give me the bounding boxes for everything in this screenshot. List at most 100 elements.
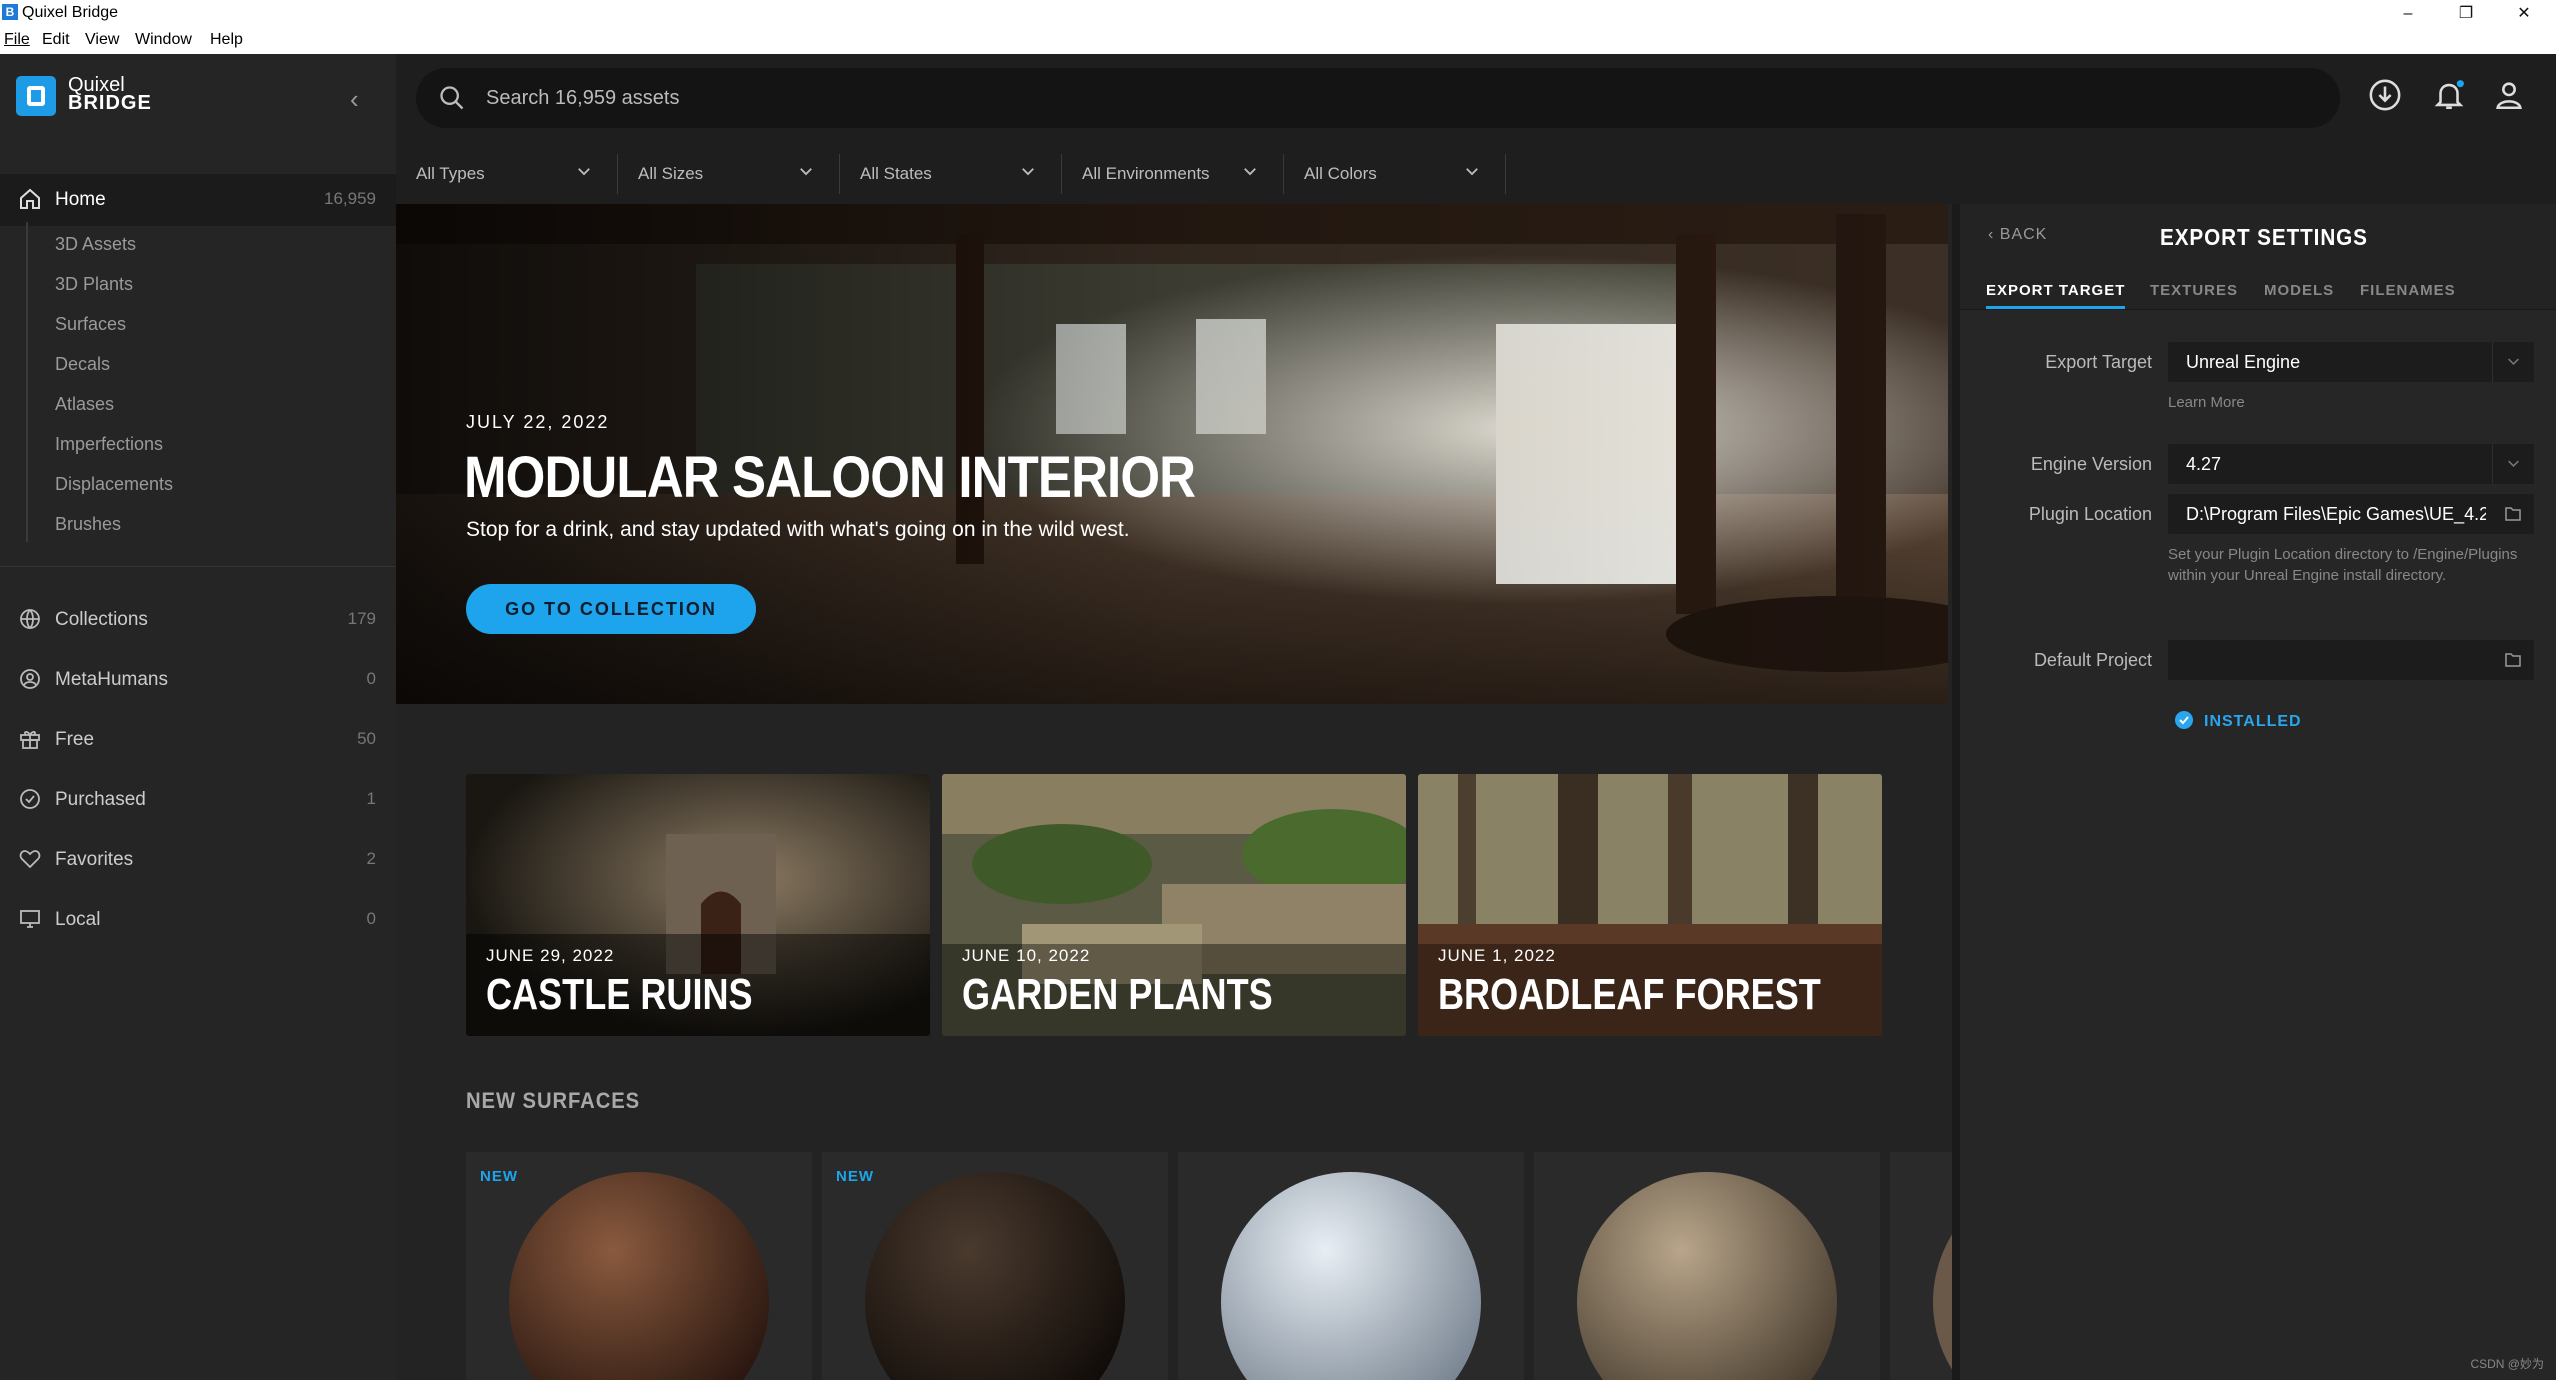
chevron-down-icon [578,168,590,176]
new-surfaces-heading: NEW SURFACES [466,1088,641,1113]
menu-edit[interactable]: Edit [42,31,70,49]
card-title: BROADLEAF FOREST [1438,970,1821,1019]
surface-sphere [1577,1172,1837,1380]
sidebar-sub-decals[interactable]: Decals [55,354,110,375]
hero-date: JULY 22, 2022 [466,412,610,432]
collection-card-broadleaf-forest[interactable]: JUNE 1, 2022 BROADLEAF FOREST [1418,774,1882,1036]
search-bar[interactable] [416,68,2340,128]
filter-label: All Colors [1304,164,1377,183]
check-circle-icon [2175,711,2193,729]
collection-card-garden-plants[interactable]: JUNE 10, 2022 GARDEN PLANTS [942,774,1406,1036]
sidebar-item-count: 50 [357,729,376,748]
sidebar-item-count: 2 [366,849,376,868]
sidebar-item-local[interactable]: Local 0 [0,894,396,946]
notification-bell-icon[interactable] [2432,78,2466,112]
folder-icon[interactable] [2492,640,2534,680]
sidebar-item-favorites[interactable]: Favorites 2 [0,834,396,886]
sidebar-sub-imperfections[interactable]: Imperfections [55,434,163,455]
tab-export-target[interactable]: EXPORT TARGET [1986,282,2126,309]
collapse-sidebar-icon[interactable]: ‹ [350,84,359,115]
sidebar-item-collections[interactable]: Collections 179 [0,594,396,646]
export-target-label: Export Target [2045,352,2152,372]
minimize-button[interactable]: – [2378,2,2438,26]
search-input[interactable] [486,68,2286,128]
chevron-down-icon [1466,168,1478,176]
filter-types[interactable]: All Types [396,154,618,194]
filter-label: All Sizes [638,164,704,183]
sidebar-item-count: 16,959 [324,189,376,208]
back-button[interactable]: ‹ BACK [1988,226,2047,244]
export-target-select[interactable]: Unreal Engine [2168,342,2534,382]
card-title: GARDEN PLANTS [962,970,1273,1019]
folder-icon[interactable] [2492,494,2534,534]
sidebar-sub-surfaces[interactable]: Surfaces [55,314,126,335]
tab-textures[interactable]: TEXTURES [2150,282,2238,306]
default-project-field[interactable] [2168,640,2534,680]
home-icon [20,188,40,209]
main-content: JULY 22, 2022 MODULAR SALOON INTERIOR St… [396,204,1952,1380]
sidebar-sub-displacements[interactable]: Displacements [55,474,173,495]
filter-sizes[interactable]: All Sizes [618,154,840,194]
title-bar: B Quixel Bridge – ❐ ✕ [0,0,2556,28]
download-icon[interactable] [2368,78,2402,112]
tab-filenames[interactable]: FILENAMES [2360,282,2456,306]
tab-models[interactable]: MODELS [2264,282,2334,306]
surface-sphere [1933,1234,1952,1370]
app-icon: B [2,4,18,20]
sidebar-item-home[interactable]: Home 16,959 [0,174,396,226]
sidebar-item-count: 179 [347,609,376,628]
surface-tile[interactable]: NEW [822,1152,1168,1380]
plugin-location-value: D:\Program Files\Epic Games\UE_4.27 [2186,504,2486,524]
filter-colors[interactable]: All Colors [1284,154,1506,194]
filter-bar: All Types All Sizes All States All Envir… [396,144,1960,204]
engine-version-label: Engine Version [2030,454,2152,474]
surface-tile[interactable] [1890,1152,1952,1380]
sidebar-item-metahumans[interactable]: MetaHumans 0 [0,654,396,706]
surface-tile[interactable] [1534,1152,1880,1380]
content-scrollbar[interactable] [1952,204,1960,1380]
menu-file[interactable]: File [4,31,30,49]
sidebar-item-purchased[interactable]: Purchased 1 [0,774,396,826]
menu-bar: File Edit View Window Help [0,28,2556,54]
window-title: Quixel Bridge [22,4,119,21]
collection-card-castle-ruins[interactable]: JUNE 29, 2022 CASTLE RUINS [466,774,930,1036]
chevron-down-icon [2492,342,2519,382]
sidebar-sub-3d-assets[interactable]: 3D Assets [55,234,136,255]
filter-states[interactable]: All States [840,154,1062,194]
installed-label: INSTALLED [2204,713,2302,730]
sidebar-item-label: Local [55,909,101,930]
menu-window[interactable]: Window [135,31,192,49]
hero-banner[interactable]: JULY 22, 2022 MODULAR SALOON INTERIOR St… [396,204,1948,704]
learn-more-link[interactable]: Learn More [2168,392,2245,413]
sidebar-sub-atlases[interactable]: Atlases [55,394,114,415]
close-button[interactable]: ✕ [2494,2,2554,26]
globe-icon [20,609,40,630]
surface-sphere [509,1172,769,1380]
sidebar-item-free[interactable]: Free 50 [0,714,396,766]
export-target-value: Unreal Engine [2186,352,2301,372]
card-title: CASTLE RUINS [486,970,753,1019]
card-date: JUNE 1, 2022 [1438,946,1556,965]
export-settings-panel: ‹ BACK EXPORT SETTINGS EXPORT TARGET TEX… [1960,204,2556,1380]
filter-label: All States [860,164,932,183]
surface-tile[interactable] [1178,1152,1524,1380]
chevron-down-icon [2492,444,2519,484]
go-to-collection-button[interactable]: GO TO COLLECTION [466,584,756,634]
user-circle-icon [20,669,40,689]
sidebar-item-label: Collections [55,609,148,630]
engine-version-select[interactable]: 4.27 [2168,444,2534,484]
maximize-button[interactable]: ❐ [2436,2,2496,26]
search-icon [440,86,464,110]
menu-view[interactable]: View [85,31,119,49]
filter-label: All Environments [1082,164,1210,183]
filter-environments[interactable]: All Environments [1062,154,1284,194]
sidebar-sub-brushes[interactable]: Brushes [55,514,121,535]
account-icon[interactable] [2492,78,2526,112]
menu-help[interactable]: Help [210,31,243,49]
surface-tile[interactable]: NEW [466,1152,812,1380]
sidebar-sub-3d-plants[interactable]: 3D Plants [55,274,133,295]
card-date: JUNE 10, 2022 [962,946,1091,965]
top-bar [396,54,2556,144]
plugin-location-field[interactable]: D:\Program Files\Epic Games\UE_4.27 [2168,494,2534,534]
gift-icon [20,731,40,749]
